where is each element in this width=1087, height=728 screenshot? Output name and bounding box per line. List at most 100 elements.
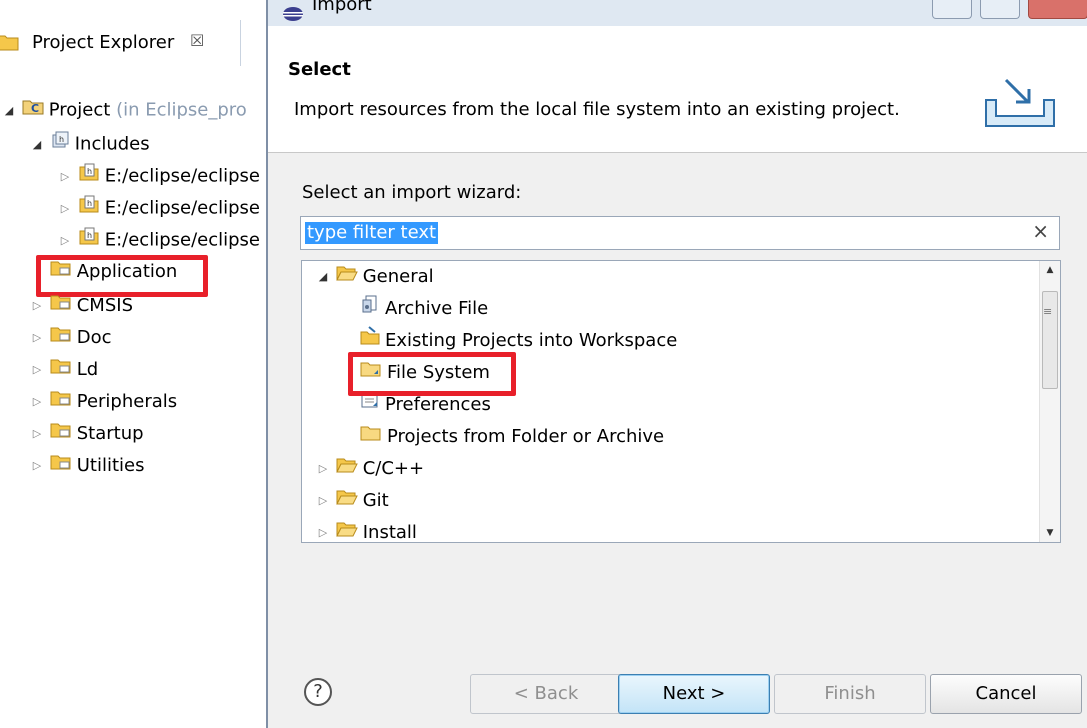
folder-label: Utilities xyxy=(76,455,145,476)
project-explorer-tab[interactable]: Project Explorer ☒ xyxy=(0,20,241,66)
expanded-arrow-icon[interactable]: ◢ xyxy=(2,97,16,125)
tree-item-include-path[interactable]: ▷ h E:/eclipse/eclipse xyxy=(58,162,260,190)
folder-label: Doc xyxy=(76,327,112,348)
tree-scrollbar[interactable]: ▲ ≡ ▼ xyxy=(1039,261,1060,542)
next-button[interactable]: Next > xyxy=(618,674,770,714)
tree-item-include-path[interactable]: ▷ h E:/eclipse/eclipse xyxy=(58,194,260,222)
folder-open-icon xyxy=(335,261,358,293)
banner-description: Import resources from the local file sys… xyxy=(294,99,900,120)
tree-item-include-path[interactable]: ▷ h E:/eclipse/eclipse xyxy=(58,226,260,254)
folder-open-icon xyxy=(335,517,358,542)
tree-item-folder[interactable]: ▷ Utilities xyxy=(30,452,145,480)
tree-item-folder[interactable]: ▷ Peripherals xyxy=(30,388,177,416)
tree-item-folder[interactable]: ▷ Doc xyxy=(30,324,112,352)
project-explorer-view: Project Explorer ☒ ◢ C Project (in Eclip… xyxy=(0,0,266,728)
collapsed-arrow-icon[interactable]: ▷ xyxy=(30,452,44,480)
collapsed-arrow-icon[interactable]: ▷ xyxy=(30,356,44,384)
collapsed-arrow-icon[interactable]: ▷ xyxy=(58,227,72,255)
cancel-button[interactable]: Cancel xyxy=(930,674,1082,714)
clear-filter-icon[interactable]: × xyxy=(1032,219,1049,243)
tree-item-project[interactable]: ◢ C Project (in Eclipse_pro xyxy=(2,96,247,124)
svg-text:C: C xyxy=(31,102,39,115)
collapsed-arrow-icon[interactable]: ▷ xyxy=(316,517,330,542)
tree-label: Existing Projects into Workspace xyxy=(385,330,678,351)
finish-button[interactable]: Finish xyxy=(774,674,926,714)
highlight-file-system xyxy=(348,352,516,396)
collapsed-arrow-icon[interactable]: ▷ xyxy=(58,195,72,223)
include-path-icon: h xyxy=(78,226,100,255)
dialog-title: Import xyxy=(312,0,372,15)
includes-icon: h xyxy=(50,130,70,159)
folder-label: CMSIS xyxy=(76,295,133,316)
expanded-arrow-icon[interactable]: ◢ xyxy=(30,131,44,159)
svg-text:h: h xyxy=(87,231,92,240)
dialog-titlebar[interactable]: Import xyxy=(268,0,1087,27)
tree-label: C/C++ xyxy=(362,458,425,479)
collapsed-arrow-icon[interactable]: ▷ xyxy=(30,324,44,352)
tree-label: Preferences xyxy=(385,394,491,415)
collapsed-arrow-icon[interactable]: ▷ xyxy=(30,388,44,416)
folder-icon xyxy=(50,388,72,416)
project-explorer-title: Project Explorer xyxy=(32,32,175,53)
folder-label: Ld xyxy=(76,359,99,380)
project-location: (in Eclipse_pro xyxy=(116,99,247,121)
folder-icon xyxy=(50,452,72,480)
expanded-arrow-icon[interactable]: ◢ xyxy=(316,261,330,293)
tree-item-includes[interactable]: ◢ h Includes xyxy=(30,130,150,158)
folder-open-icon xyxy=(335,453,358,485)
includes-label: Includes xyxy=(74,133,150,155)
import-dialog: Import Select Import resources from the … xyxy=(266,0,1087,728)
folder-label: Startup xyxy=(76,423,144,444)
archive-file-icon xyxy=(360,293,380,325)
back-button[interactable]: < Back xyxy=(470,674,622,714)
folder-open-icon xyxy=(335,485,358,517)
banner-title: Select xyxy=(288,59,351,80)
collapsed-arrow-icon[interactable]: ▷ xyxy=(316,453,330,485)
collapsed-arrow-icon[interactable]: ▷ xyxy=(30,420,44,448)
folder-icon xyxy=(50,356,72,384)
eclipse-icon xyxy=(282,6,304,27)
folder-icon xyxy=(50,324,72,352)
folder-label: Peripherals xyxy=(76,391,178,412)
collapsed-arrow-icon[interactable]: ▷ xyxy=(316,485,330,517)
include-path-icon: h xyxy=(78,194,100,223)
svg-text:h: h xyxy=(59,135,64,144)
filter-input[interactable]: type filter text × xyxy=(300,216,1060,250)
highlight-application xyxy=(36,255,208,297)
tree-label: Archive File xyxy=(385,298,489,319)
scroll-down-icon[interactable]: ▼ xyxy=(1040,528,1060,538)
tree-item-archive-file[interactable]: Archive File xyxy=(360,293,488,325)
collapsed-arrow-icon[interactable]: ▷ xyxy=(58,163,72,191)
tree-label: Git xyxy=(362,490,389,511)
scroll-up-icon[interactable]: ▲ xyxy=(1040,265,1060,275)
include-path-label: E:/eclipse/eclipse xyxy=(104,197,261,219)
tree-label: Projects from Folder or Archive xyxy=(387,426,665,447)
tree-item-folder[interactable]: ▷ CMSIS xyxy=(30,292,133,320)
tree-item-category[interactable]: ▷ Git xyxy=(316,485,389,517)
wizard-label: Select an import wizard: xyxy=(302,182,522,203)
filter-text[interactable]: type filter text xyxy=(305,222,439,244)
wizard-tree[interactable]: ◢ General Archive File Existing Projects… xyxy=(301,260,1061,543)
close-view-icon[interactable]: ☒ xyxy=(190,31,204,50)
wizard-banner: Select Import resources from the local f… xyxy=(268,26,1087,153)
close-button[interactable] xyxy=(1028,0,1087,19)
tree-item-projects-from-folder[interactable]: Projects from Folder or Archive xyxy=(360,421,664,453)
import-banner-icon xyxy=(980,76,1060,137)
tree-item-folder[interactable]: ▷ Ld xyxy=(30,356,98,384)
svg-text:h: h xyxy=(87,199,92,208)
collapsed-arrow-icon[interactable]: ▷ xyxy=(30,292,44,320)
minimize-button[interactable] xyxy=(932,0,972,19)
tree-item-general[interactable]: ◢ General xyxy=(316,261,434,293)
svg-text:h: h xyxy=(87,167,92,176)
tree-item-category[interactable]: ▷ C/C++ xyxy=(316,453,424,485)
folder-icon xyxy=(360,421,382,453)
folder-icon xyxy=(50,420,72,448)
tree-item-folder[interactable]: ▷ Startup xyxy=(30,420,144,448)
project-icon: C xyxy=(22,96,44,125)
help-icon[interactable]: ? xyxy=(304,678,332,706)
include-path-label: E:/eclipse/eclipse xyxy=(104,165,261,187)
scroll-grip-icon: ≡ xyxy=(1043,305,1053,318)
maximize-button[interactable] xyxy=(980,0,1020,19)
tree-item-category[interactable]: ▷ Install xyxy=(316,517,417,542)
project-explorer-icon xyxy=(0,32,20,57)
